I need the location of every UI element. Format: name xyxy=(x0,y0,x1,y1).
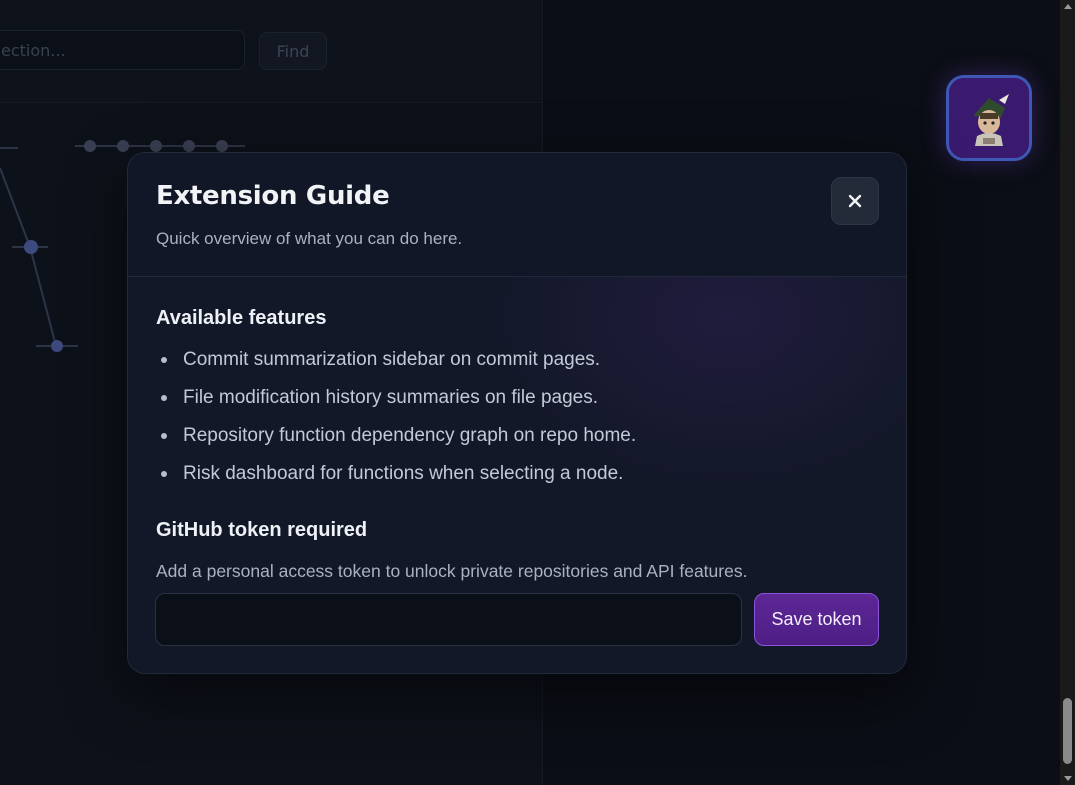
scroll-down-arrow-icon[interactable] xyxy=(1064,776,1072,781)
list-item: Risk dashboard for functions when select… xyxy=(156,461,636,499)
modal-title: Extension Guide xyxy=(156,181,390,211)
bullet-icon xyxy=(161,433,167,439)
avatar-character-icon xyxy=(949,78,1029,158)
save-token-button[interactable]: Save token xyxy=(754,593,879,646)
page-scrollbar[interactable] xyxy=(1060,0,1075,785)
list-item: Repository function dependency graph on … xyxy=(156,423,636,461)
list-item: Commit summarization sidebar on commit p… xyxy=(156,347,636,385)
modal-header: Extension Guide Quick overview of what y… xyxy=(128,153,906,277)
modal-subtitle: Quick overview of what you can do here. xyxy=(156,229,463,248)
extension-avatar-button[interactable] xyxy=(946,75,1032,161)
feature-text: Repository function dependency graph on … xyxy=(183,425,637,446)
github-token-input[interactable] xyxy=(155,593,742,646)
bullet-icon xyxy=(161,395,167,401)
scrollbar-thumb[interactable] xyxy=(1063,698,1072,764)
feature-list: Commit summarization sidebar on commit p… xyxy=(156,347,636,499)
feature-text: File modification history summaries on f… xyxy=(183,387,599,408)
bullet-icon xyxy=(161,471,167,477)
bullet-icon xyxy=(161,357,167,363)
token-heading: GitHub token required xyxy=(156,519,368,541)
feature-text: Commit summarization sidebar on commit p… xyxy=(183,349,601,370)
background-find-button[interactable]: Find xyxy=(259,32,327,70)
page: ection... Find Extension Guide Quick ove… xyxy=(0,0,1075,785)
features-heading: Available features xyxy=(156,307,327,329)
close-button[interactable] xyxy=(831,177,879,225)
feature-text: Risk dashboard for functions when select… xyxy=(183,463,624,484)
modal-body: Available features Commit summarization … xyxy=(128,277,906,673)
list-item: File modification history summaries on f… xyxy=(156,385,636,423)
close-icon xyxy=(848,194,862,208)
scroll-up-arrow-icon[interactable] xyxy=(1064,4,1072,9)
extension-guide-modal: Extension Guide Quick overview of what y… xyxy=(127,152,907,674)
token-description: Add a personal access token to unlock pr… xyxy=(156,561,748,581)
background-search-input[interactable]: ection... xyxy=(0,30,245,70)
